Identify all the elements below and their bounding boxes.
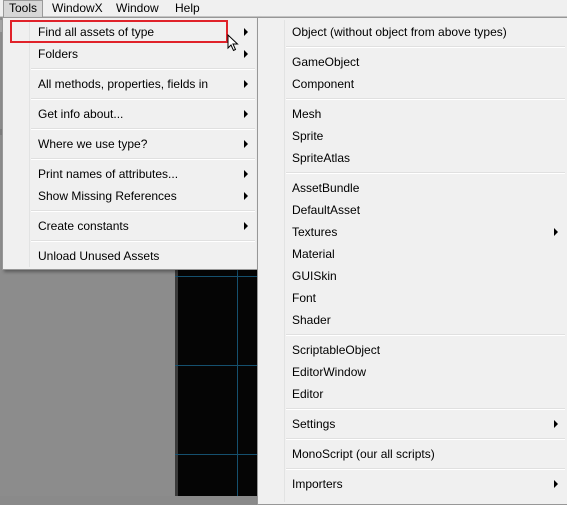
menu-windowx[interactable]: WindowX: [47, 0, 108, 16]
menu-item-label: Settings: [292, 417, 336, 431]
menu-item-label: Component: [292, 77, 355, 91]
submenu-arrow-icon: [554, 420, 558, 428]
submenu-arrow-icon: [554, 480, 558, 488]
menu-item-label: All methods, properties, fields in: [38, 77, 209, 91]
menu-separator: [286, 334, 565, 336]
scene-view[interactable]: [175, 268, 259, 496]
submenu-item-sprite[interactable]: Sprite: [260, 125, 565, 147]
menu-item-label: Where we use type?: [38, 137, 148, 151]
submenu-item-material[interactable]: Material: [260, 243, 565, 265]
menu-item-label: Textures: [292, 225, 338, 239]
menu-separator: [286, 468, 565, 470]
submenu-item-defaultasset[interactable]: DefaultAsset: [260, 199, 565, 221]
menu-item-label: Folders: [38, 47, 79, 61]
submenu-item-object[interactable]: Object (without object from above types): [260, 21, 565, 43]
submenu-item-textures[interactable]: Textures: [260, 221, 565, 243]
submenu-item-mesh[interactable]: Mesh: [260, 103, 565, 125]
menu-item-create-constants[interactable]: Create constants: [5, 215, 255, 237]
grid-line: [175, 276, 259, 277]
mouse-cursor-icon: [227, 34, 239, 52]
grid-line: [175, 365, 259, 366]
menu-separator: [31, 68, 255, 70]
submenu-item-guiskin[interactable]: GUISkin: [260, 265, 565, 287]
submenu-arrow-icon: [244, 222, 248, 230]
scene-edge: [175, 268, 178, 496]
menu-separator: [286, 438, 565, 440]
menu-window[interactable]: Window: [111, 0, 164, 16]
menu-item-label: Create constants: [38, 219, 129, 233]
menu-item-where-we-use-type[interactable]: Where we use type?: [5, 133, 255, 155]
menu-item-unload-unused-assets[interactable]: Unload Unused Assets: [5, 245, 255, 267]
menu-separator: [31, 158, 255, 160]
submenu-item-editorwindow[interactable]: EditorWindow: [260, 361, 565, 383]
menu-item-label: EditorWindow: [292, 365, 367, 379]
menu-item-print-names-of-attributes[interactable]: Print names of attributes...: [5, 163, 255, 185]
tools-menu: Find all assets of type Folders All meth…: [2, 17, 258, 270]
grid-line: [237, 268, 238, 496]
menu-item-label: GameObject: [292, 55, 360, 69]
menu-item-label: AssetBundle: [292, 181, 360, 195]
menu-bar: Tools WindowX Window Help: [0, 0, 567, 17]
submenu-item-spriteatlas[interactable]: SpriteAtlas: [260, 147, 565, 169]
menu-item-label: Shader: [292, 313, 331, 327]
submenu-item-editor[interactable]: Editor: [260, 383, 565, 405]
menu-item-label: Get info about...: [38, 107, 124, 121]
menu-item-label: SpriteAtlas: [292, 151, 351, 165]
menu-item-label: Show Missing References: [38, 189, 177, 203]
menu-item-label: Sprite: [292, 129, 324, 143]
menu-item-all-methods[interactable]: All methods, properties, fields in: [5, 73, 255, 95]
submenu-arrow-icon: [244, 192, 248, 200]
submenu-item-gameobject[interactable]: GameObject: [260, 51, 565, 73]
menu-item-label: Object (without object from above types): [292, 25, 507, 39]
menu-separator: [286, 46, 565, 48]
menu-separator: [31, 240, 255, 242]
menu-item-folders[interactable]: Folders: [5, 43, 255, 65]
submenu-item-component[interactable]: Component: [260, 73, 565, 95]
submenu-arrow-icon: [554, 228, 558, 236]
menu-separator: [31, 210, 255, 212]
highlight-box: [10, 20, 228, 43]
menu-item-label: Unload Unused Assets: [38, 249, 160, 263]
menu-item-label: MonoScript (our all scripts): [292, 447, 435, 461]
submenu-item-scriptableobject[interactable]: ScriptableObject: [260, 339, 565, 361]
submenu-item-importers[interactable]: Importers: [260, 473, 565, 495]
submenu-arrow-icon: [244, 28, 248, 36]
menu-separator: [286, 172, 565, 174]
menu-item-label: DefaultAsset: [292, 203, 361, 217]
menu-item-get-info-about[interactable]: Get info about...: [5, 103, 255, 125]
menu-separator: [31, 98, 255, 100]
grid-line: [175, 454, 259, 455]
submenu-arrow-icon: [244, 140, 248, 148]
submenu-item-shader[interactable]: Shader: [260, 309, 565, 331]
menu-item-label: Importers: [292, 477, 343, 491]
submenu-item-assetbundle[interactable]: AssetBundle: [260, 177, 565, 199]
menu-separator: [286, 408, 565, 410]
submenu-item-font[interactable]: Font: [260, 287, 565, 309]
menu-separator: [31, 128, 255, 130]
menu-item-show-missing-references[interactable]: Show Missing References: [5, 185, 255, 207]
menu-item-label: Font: [292, 291, 317, 305]
asset-type-submenu: Object (without object from above types)…: [257, 17, 567, 505]
submenu-arrow-icon: [244, 50, 248, 58]
submenu-arrow-icon: [244, 110, 248, 118]
menu-separator: [286, 98, 565, 100]
menu-item-label: Editor: [292, 387, 324, 401]
submenu-item-monoscript[interactable]: MonoScript (our all scripts): [260, 443, 565, 465]
menu-item-label: ScriptableObject: [292, 343, 381, 357]
submenu-arrow-icon: [244, 170, 248, 178]
submenu-item-settings[interactable]: Settings: [260, 413, 565, 435]
menu-help[interactable]: Help: [170, 0, 205, 16]
menu-item-label: Material: [292, 247, 335, 261]
submenu-arrow-icon: [244, 80, 248, 88]
menu-item-label: Print names of attributes...: [38, 167, 179, 181]
menu-item-label: GUISkin: [292, 269, 337, 283]
menu-tools[interactable]: Tools: [3, 0, 44, 17]
menu-item-label: Mesh: [292, 107, 322, 121]
